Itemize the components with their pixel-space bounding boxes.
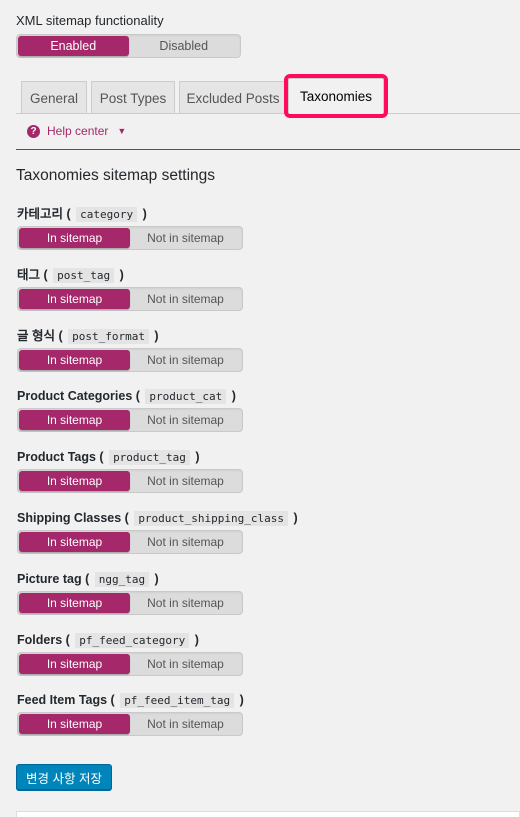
help-divider [16, 149, 520, 150]
xml-sitemap-label: XML sitemap functionality [16, 13, 164, 28]
question-circle-icon: ? [27, 124, 40, 138]
taxonomy-sitemap-toggle[interactable]: In sitemap Not in sitemap [17, 469, 243, 494]
toggle-in-sitemap[interactable]: In sitemap [19, 228, 130, 248]
taxonomy-row: Product Tags ( product_tag ) In sitemap No… [17, 448, 517, 494]
taxonomy-label: Folders ( pf_feed_category ) [17, 632, 199, 648]
taxonomy-slug: product_tag [109, 450, 190, 466]
taxonomy-slug: pf_feed_category [75, 632, 190, 648]
taxonomy-sitemap-toggle[interactable]: In sitemap Not in sitemap [17, 286, 243, 311]
taxonomy-name: Product Categories [17, 389, 133, 404]
toggle-not-in-sitemap[interactable]: Not in sitemap [130, 228, 241, 248]
toggle-in-sitemap[interactable]: In sitemap [19, 288, 130, 309]
taxonomy-label: 태그 ( post_tag ) [17, 267, 124, 283]
toggle-in-sitemap[interactable]: In sitemap [19, 532, 130, 552]
toggle-in-sitemap[interactable]: In sitemap [19, 410, 130, 431]
toggle-not-in-sitemap[interactable]: Not in sitemap [130, 289, 241, 309]
taxonomy-name: Product Tags [17, 450, 96, 465]
tab-taxonomies[interactable]: Taxonomies [284, 74, 388, 118]
taxonomy-label: Picture tag ( ngg_tag ) [17, 571, 159, 587]
tab-general[interactable]: General [21, 81, 87, 114]
taxonomy-label: 카테고리 ( category ) [17, 207, 147, 222]
caret-down-icon: ▼ [117, 126, 127, 136]
help-center-label: Help center [47, 124, 109, 138]
taxonomy-slug: pf_feed_item_tag [120, 693, 235, 709]
section-title: Taxonomies sitemap settings [16, 167, 216, 184]
taxonomy-slug: product_shipping_class [134, 511, 289, 526]
taxonomy-name: Picture tag [17, 571, 82, 586]
tabs-divider [16, 113, 520, 114]
help-center-toggle[interactable]: ? Help center ▼ [27, 123, 126, 139]
settings-page: XML sitemap functionality Enabled Disabl… [0, 0, 520, 817]
taxonomy-label: Shipping Classes ( product_shipping_clas… [17, 511, 298, 526]
taxonomy-row: 글 형식 ( post_format ) In sitemap Not in sit… [17, 327, 517, 372]
taxonomy-row: Picture tag ( ngg_tag ) In sitemap Not in … [17, 570, 517, 615]
taxonomy-row: Feed Item Tags ( pf_feed_item_tag ) In si… [17, 691, 517, 737]
toggle-not-in-sitemap[interactable]: Not in sitemap [130, 471, 241, 491]
taxonomy-label: Product Tags ( product_tag ) [17, 450, 200, 466]
taxonomy-row: Product Categories ( product_cat ) In sit… [17, 387, 517, 433]
taxonomy-sitemap-toggle[interactable]: In sitemap Not in sitemap [17, 347, 243, 372]
tab-post-types[interactable]: Post Types [91, 81, 175, 114]
toggle-not-in-sitemap[interactable]: Not in sitemap [130, 410, 241, 430]
taxonomy-name: 카테고리 [17, 207, 64, 221]
toggle-in-sitemap[interactable]: In sitemap [19, 714, 130, 735]
taxonomy-sitemap-toggle[interactable]: In sitemap Not in sitemap [17, 226, 243, 250]
toggle-in-sitemap[interactable]: In sitemap [19, 653, 130, 674]
taxonomy-name: Folders [17, 632, 63, 647]
toggle-not-in-sitemap[interactable]: Not in sitemap [130, 532, 241, 552]
taxonomy-sitemap-toggle[interactable]: In sitemap Not in sitemap [17, 590, 243, 615]
taxonomy-name: 태그 [17, 267, 41, 282]
bottom-panel [16, 811, 520, 817]
toggle-not-in-sitemap[interactable]: Not in sitemap [130, 350, 241, 370]
taxonomy-slug: post_tag [53, 267, 115, 283]
taxonomy-row: 태그 ( post_tag ) In sitemap Not in sitemap [17, 266, 517, 311]
toggle-enabled[interactable]: Enabled [18, 36, 129, 56]
taxonomy-slug: ngg_tag [94, 571, 150, 587]
toggle-in-sitemap[interactable]: In sitemap [19, 592, 130, 613]
toggle-disabled[interactable]: Disabled [129, 36, 240, 56]
taxonomy-slug: product_cat [145, 389, 227, 405]
taxonomy-name: Feed Item Tags [17, 693, 108, 708]
taxonomy-slug: category [76, 207, 138, 222]
toggle-not-in-sitemap[interactable]: Not in sitemap [130, 654, 241, 674]
taxonomy-name: Shipping Classes [17, 511, 122, 525]
taxonomy-row: Folders ( pf_feed_category ) In sitemap No… [17, 631, 517, 676]
taxonomy-sitemap-toggle[interactable]: In sitemap Not in sitemap [17, 530, 243, 554]
taxonomy-sitemap-toggle[interactable]: In sitemap Not in sitemap [17, 408, 243, 433]
toggle-not-in-sitemap[interactable]: Not in sitemap [130, 593, 241, 613]
taxonomy-sitemap-toggle[interactable]: In sitemap Not in sitemap [17, 651, 243, 676]
taxonomy-label: Product Categories ( product_cat ) [17, 389, 236, 405]
taxonomy-slug: post_format [68, 328, 149, 344]
toggle-not-in-sitemap[interactable]: Not in sitemap [130, 714, 241, 734]
toggle-in-sitemap[interactable]: In sitemap [19, 471, 130, 492]
taxonomy-sitemap-toggle[interactable]: In sitemap Not in sitemap [17, 712, 243, 737]
taxonomy-name: 글 형식 [17, 328, 55, 343]
taxonomy-row: Shipping Classes ( product_shipping_clas… [17, 509, 517, 554]
toggle-in-sitemap[interactable]: In sitemap [19, 349, 130, 370]
xml-sitemap-toggle[interactable]: Enabled Disabled [16, 34, 241, 58]
save-changes-button[interactable]: 변경 사항 저장 [16, 764, 112, 790]
tab-excluded-posts[interactable]: Excluded Posts [179, 81, 287, 114]
taxonomy-label: Feed Item Tags ( pf_feed_item_tag ) [17, 693, 244, 709]
taxonomy-label: 글 형식 ( post_format ) [17, 328, 159, 344]
taxonomy-row: 카테고리 ( category ) In sitemap Not in sitema… [17, 205, 517, 250]
